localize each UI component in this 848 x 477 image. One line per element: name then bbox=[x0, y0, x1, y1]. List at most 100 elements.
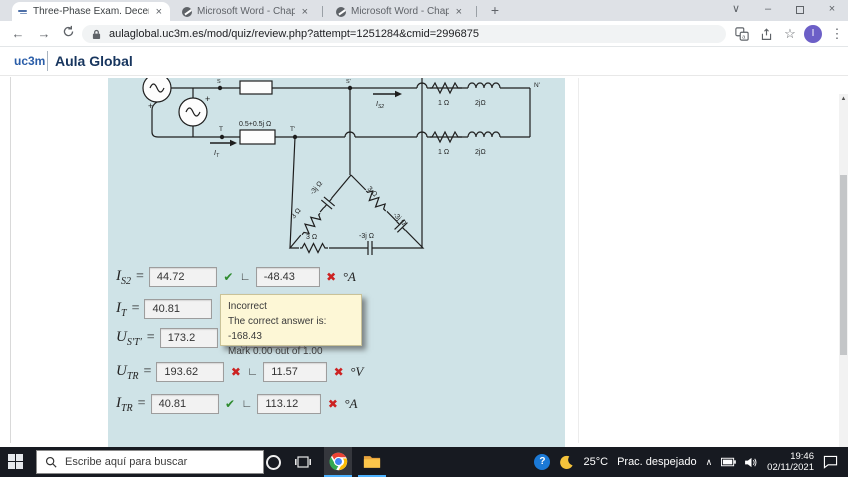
unit-label: °A bbox=[344, 396, 358, 411]
node-s-label: S bbox=[217, 79, 221, 85]
magnitude-input[interactable]: 40.81 bbox=[144, 299, 213, 319]
close-button[interactable]: × bbox=[816, 0, 848, 21]
screen: Three-Phase Exam. December 18 × Microsof… bbox=[0, 0, 848, 477]
magnitude-input[interactable]: 44.72 bbox=[148, 267, 217, 287]
delta-x-bottom-label: -3j Ω bbox=[359, 233, 374, 240]
r1-label: 1 Ω bbox=[438, 100, 449, 107]
quantity-label: IT bbox=[116, 299, 127, 319]
tab-search-chevron-icon[interactable]: ∨ bbox=[720, 0, 752, 21]
angle-input[interactable]: -48.43 bbox=[255, 267, 320, 287]
temperature-label[interactable]: 25°C bbox=[583, 456, 608, 468]
equals-sign: = bbox=[131, 301, 140, 316]
get-help-icon[interactable]: ? bbox=[534, 454, 551, 470]
site-title[interactable]: Aula Global bbox=[55, 53, 133, 69]
unit-label: °V bbox=[350, 364, 364, 379]
quantity-label: IS2 bbox=[116, 267, 131, 287]
tooltip-mark: Mark 0.00 out of 1.00 bbox=[228, 346, 323, 357]
taskbar-file-explorer-button[interactable] bbox=[358, 447, 386, 477]
new-tab-button[interactable]: + bbox=[486, 2, 504, 20]
word-favicon-icon bbox=[182, 6, 192, 17]
incorrect-cross-icon: ✖ bbox=[230, 365, 241, 379]
quantity-label: UTR bbox=[116, 362, 139, 382]
line-impedance-label: 0.5+0.5j Ω bbox=[239, 121, 271, 128]
back-icon[interactable]: ← bbox=[8, 24, 28, 44]
feedback-tooltip: Incorrect The correct answer is: -168.43… bbox=[220, 294, 362, 357]
share-icon[interactable] bbox=[757, 25, 775, 43]
delta-r-bottom-label: 3 Ω bbox=[306, 234, 317, 241]
task-view-button[interactable] bbox=[289, 447, 317, 477]
magnitude-input[interactable]: 40.81 bbox=[150, 394, 219, 414]
unit-label: °A bbox=[342, 269, 356, 284]
page-scrollbar[interactable]: ▲ bbox=[839, 94, 848, 477]
capacitor-delta-left bbox=[318, 193, 338, 213]
scroll-up-icon[interactable]: ▲ bbox=[839, 96, 848, 102]
scrollbar-thumb[interactable] bbox=[840, 175, 847, 355]
system-tray: ? 25°C Prac. despejado ∧ 19:46 02/11/202… bbox=[534, 447, 848, 477]
reload-icon[interactable] bbox=[58, 24, 78, 44]
lock-icon bbox=[92, 29, 101, 39]
angle-symbol: ∟ bbox=[241, 398, 253, 410]
voltage-source-1 bbox=[142, 78, 172, 103]
minimize-button[interactable]: – bbox=[752, 0, 784, 21]
search-placeholder: Escribe aquí para buscar bbox=[65, 456, 188, 468]
taskbar-search-input[interactable]: Escribe aquí para buscar bbox=[36, 450, 264, 474]
date-label: 02/11/2021 bbox=[767, 462, 814, 473]
magnitude-input[interactable]: 193.62 bbox=[156, 362, 225, 382]
quantity-label: ITR bbox=[116, 394, 133, 414]
task-view-icon bbox=[295, 456, 311, 468]
node-np-label: N' bbox=[534, 82, 540, 89]
tab-word-2[interactable]: Microsoft Word - Chapman_Exan × bbox=[330, 2, 470, 21]
tab-quiz-review[interactable]: Three-Phase Exam. December 18 × bbox=[12, 2, 170, 21]
x1-label: 2jΩ bbox=[475, 100, 486, 107]
magnitude-input[interactable]: 173.2 bbox=[159, 328, 218, 348]
equals-sign: = bbox=[136, 269, 144, 284]
it-current-label: IT bbox=[214, 150, 220, 159]
angle-input[interactable]: 11.57 bbox=[263, 362, 328, 382]
bookmark-star-icon[interactable]: ☆ bbox=[781, 25, 799, 43]
weather-label[interactable]: Prac. despejado bbox=[617, 456, 697, 468]
translate-icon[interactable]: a bbox=[733, 25, 751, 43]
chrome-icon bbox=[328, 452, 347, 470]
plus-sign: + bbox=[205, 94, 210, 104]
line-impedance-box-s bbox=[239, 80, 273, 95]
tab-word-1[interactable]: Microsoft Word - Chapman_Exan × bbox=[176, 2, 316, 21]
start-button-icon[interactable] bbox=[8, 454, 24, 470]
quantity-label: US′T′ bbox=[116, 328, 142, 348]
browser-menu-icon[interactable]: ⋮ bbox=[828, 25, 846, 43]
circuit-diagram: + + S S' T T' N' 0.5+0.5j Ω 1 Ω 1 Ω 2jΩ … bbox=[142, 78, 540, 256]
action-center-icon[interactable] bbox=[823, 455, 838, 469]
incorrect-cross-icon: ✖ bbox=[333, 365, 344, 379]
inductor-2j-bottom bbox=[467, 131, 501, 138]
question-block: + + S S' T T' N' 0.5+0.5j Ω 1 Ω 1 Ω 2jΩ … bbox=[108, 78, 565, 447]
uc3m-logo[interactable]: uc3m bbox=[14, 54, 45, 68]
tab-close-icon[interactable]: × bbox=[454, 6, 464, 18]
weather-moon-icon[interactable] bbox=[559, 455, 574, 470]
tab-divider bbox=[476, 6, 477, 17]
logo-divider bbox=[47, 51, 48, 71]
answer-row-itr: ITR = 40.81 ✔ ∟ 113.12 ✖ °A bbox=[116, 393, 358, 415]
voltage-source-2 bbox=[178, 97, 208, 127]
speaker-icon[interactable] bbox=[745, 457, 758, 468]
search-icon bbox=[45, 456, 57, 468]
cortana-button[interactable] bbox=[259, 447, 287, 477]
tab-close-icon[interactable]: × bbox=[300, 6, 310, 18]
resistor-delta-bottom bbox=[299, 242, 329, 254]
equals-sign: = bbox=[143, 364, 152, 379]
tab-close-icon[interactable]: × bbox=[154, 6, 164, 18]
profile-avatar[interactable]: I bbox=[804, 25, 822, 43]
content-right-border bbox=[578, 78, 579, 443]
clock[interactable]: 19:46 02/11/2021 bbox=[767, 451, 814, 473]
forward-icon[interactable]: → bbox=[34, 24, 54, 44]
battery-icon[interactable] bbox=[721, 457, 736, 467]
taskbar-chrome-button[interactable] bbox=[324, 447, 352, 477]
tab-title: Microsoft Word - Chapman_Exan bbox=[351, 6, 449, 17]
word-favicon-icon bbox=[336, 6, 346, 17]
hidden-icons-chevron-icon[interactable]: ∧ bbox=[706, 457, 713, 468]
delta-x-left-label: -3j Ω bbox=[309, 180, 324, 196]
restore-button[interactable] bbox=[784, 0, 816, 21]
browser-toolbar: ← → aulaglobal.uc3m.es/mod/quiz/review.p… bbox=[0, 21, 848, 47]
r2-label: 1 Ω bbox=[438, 149, 449, 156]
correct-check-icon: ✔ bbox=[225, 397, 236, 411]
angle-input[interactable]: 113.12 bbox=[257, 394, 322, 414]
address-bar[interactable]: aulaglobal.uc3m.es/mod/quiz/review.php?a… bbox=[82, 25, 726, 43]
